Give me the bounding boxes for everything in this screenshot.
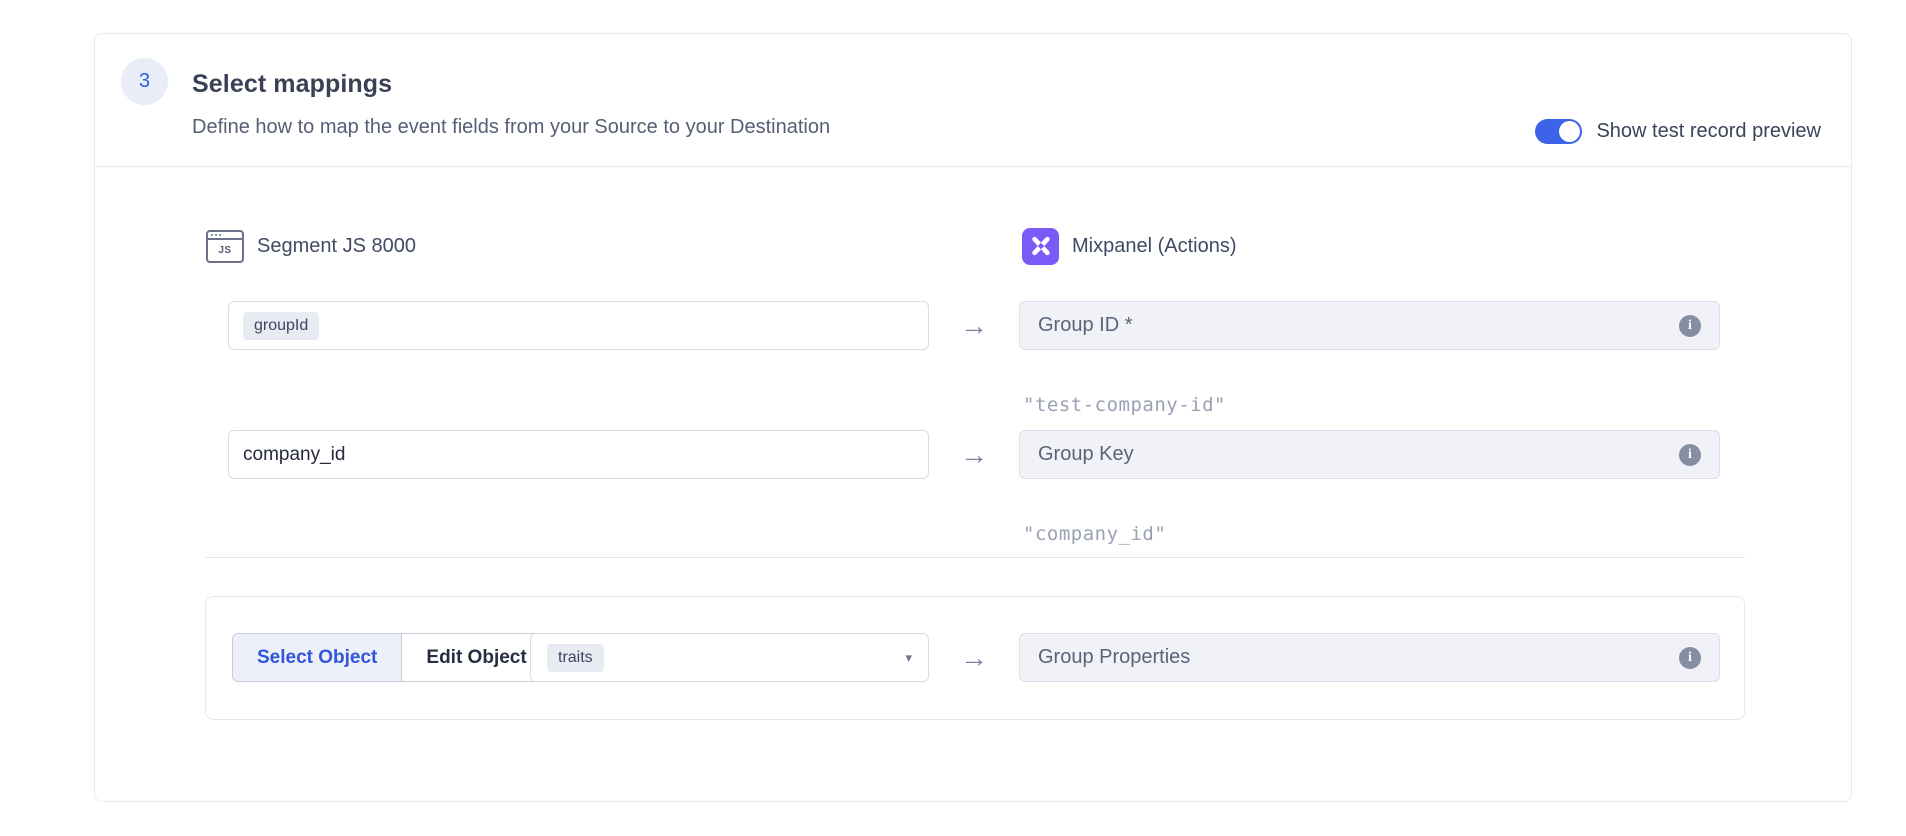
destination-field-group-key: Group Key i bbox=[1019, 430, 1720, 479]
page-title: Select mappings bbox=[192, 70, 392, 99]
toggle-knob bbox=[1559, 121, 1580, 142]
info-icon[interactable]: i bbox=[1679, 647, 1701, 669]
field-chip-traits[interactable]: traits bbox=[547, 644, 604, 672]
test-record-preview-value: "test-company-id" bbox=[1023, 394, 1226, 416]
js-icon-label: JS bbox=[208, 240, 242, 261]
info-icon[interactable]: i bbox=[1679, 444, 1701, 466]
browser-window-dots bbox=[208, 232, 242, 240]
object-mode-button-group: Select Object Edit Object bbox=[232, 633, 552, 682]
source-field-value: company_id bbox=[243, 444, 345, 466]
info-icon[interactable]: i bbox=[1679, 315, 1701, 337]
mapping-arrow-icon: → bbox=[950, 430, 998, 479]
test-record-toggle-group: Show test record preview bbox=[1535, 117, 1821, 145]
mapping-arrow-icon: → bbox=[950, 633, 998, 682]
show-test-record-toggle[interactable] bbox=[1535, 119, 1582, 144]
select-mappings-card: 3 Select mappings Define how to map the … bbox=[94, 33, 1852, 802]
card-header: 3 Select mappings Define how to map the … bbox=[95, 34, 1851, 167]
source-browser-js-icon: JS bbox=[206, 230, 244, 263]
destination-field-label: Group Key bbox=[1038, 443, 1679, 466]
toggle-label: Show test record preview bbox=[1596, 120, 1821, 143]
mapping-arrow-icon: → bbox=[950, 301, 998, 350]
section-divider bbox=[205, 557, 1745, 558]
edit-object-button[interactable]: Edit Object bbox=[402, 634, 550, 681]
destination-field-group-properties: Group Properties i bbox=[1019, 633, 1720, 682]
source-column-header: JS Segment JS 8000 bbox=[206, 227, 416, 265]
chevron-down-icon: ▾ bbox=[905, 650, 912, 666]
destination-field-label: Group Properties bbox=[1038, 646, 1679, 669]
source-field-input-group-key[interactable]: company_id bbox=[228, 430, 929, 479]
select-object-button[interactable]: Select Object bbox=[233, 634, 402, 681]
destination-column-header: Mixpanel (Actions) bbox=[1022, 227, 1237, 265]
mixpanel-icon bbox=[1022, 228, 1059, 265]
step-number-badge: 3 bbox=[121, 58, 168, 105]
destination-field-label: Group ID * bbox=[1038, 314, 1679, 337]
field-chip-groupid[interactable]: groupId bbox=[243, 312, 319, 340]
object-source-dropdown[interactable]: traits ▾ bbox=[530, 633, 929, 682]
source-field-input-group-id[interactable]: groupId bbox=[228, 301, 929, 350]
source-name: Segment JS 8000 bbox=[257, 235, 416, 258]
page-subtitle: Define how to map the event fields from … bbox=[192, 116, 830, 139]
mixpanel-logo-glyph bbox=[1030, 235, 1052, 257]
destination-field-group-id: Group ID * i bbox=[1019, 301, 1720, 350]
test-record-preview-value: "company_id" bbox=[1023, 523, 1166, 545]
destination-name: Mixpanel (Actions) bbox=[1072, 235, 1237, 258]
